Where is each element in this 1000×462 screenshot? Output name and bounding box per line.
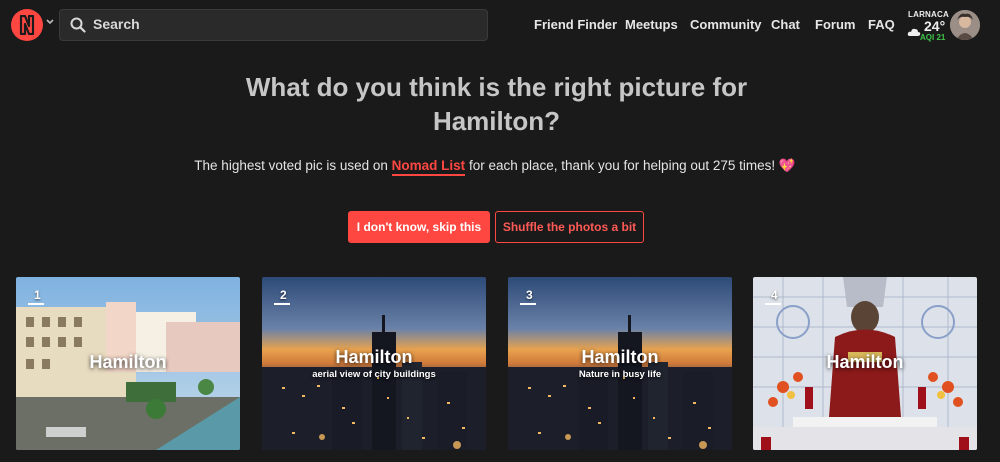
nav-meetups[interactable]: Meetups (625, 17, 678, 32)
nomad-list-logo[interactable] (11, 9, 43, 41)
card-number: 1 (34, 288, 41, 302)
subtitle-text-before: The highest voted pic is used on (194, 158, 392, 173)
card-number-underline (28, 303, 44, 305)
card-city-name: Hamilton (89, 352, 167, 372)
photo-card-3[interactable]: 3 Hamilton Nature in busy life (508, 277, 732, 450)
card-caption: Nature in busy life (578, 369, 662, 380)
top-header: Search Friend Finder Meetups Community C… (0, 0, 1000, 50)
subtitle: The highest voted pic is used on Nomad L… (100, 158, 890, 176)
subtitle-text-after: for each place, thank you for helping ou… (465, 158, 779, 173)
nav-friend-finder[interactable]: Friend Finder (534, 17, 617, 32)
nav-forum[interactable]: Forum (815, 17, 855, 32)
photo-card-2[interactable]: 2 Hamilton aerial view of city buildings (262, 277, 486, 450)
card-number-underline (520, 303, 536, 305)
card-number: 4 (771, 288, 778, 302)
nav-community[interactable]: Community (690, 17, 762, 32)
card-caption: aerial view of city buildings (312, 369, 436, 380)
photo-card-1[interactable]: 1 Hamilton (16, 277, 240, 450)
card-number-underline (765, 303, 781, 305)
page-title: What do you think is the right picture f… (245, 72, 748, 136)
nav-chat[interactable]: Chat (771, 17, 800, 32)
card-city-name: Hamilton (335, 347, 413, 367)
chevron-down-icon[interactable] (45, 17, 57, 33)
weather-temperature: 24° (924, 18, 946, 34)
search-input[interactable]: Search (93, 16, 140, 32)
heart-icon: 💖 (778, 158, 796, 173)
shuffle-button[interactable]: Shuffle the photos a bit (495, 211, 644, 243)
cloud-icon (907, 22, 921, 41)
card-number: 2 (280, 288, 287, 302)
card-city-name: Hamilton (826, 352, 904, 372)
card-number-underline (274, 303, 290, 305)
search-icon (70, 17, 86, 37)
card-number: 3 (526, 288, 533, 302)
photo-card-4[interactable]: 4 Hamilton (753, 277, 977, 450)
nomad-list-link[interactable]: Nomad List (391, 158, 466, 176)
nav-faq[interactable]: FAQ (868, 17, 895, 32)
avatar[interactable] (950, 10, 980, 40)
skip-button[interactable]: I don't know, skip this (348, 211, 490, 243)
weather-aqi: AQI 21 (920, 33, 946, 42)
search-bar[interactable]: Search (59, 9, 488, 41)
card-city-name: Hamilton (581, 347, 659, 367)
